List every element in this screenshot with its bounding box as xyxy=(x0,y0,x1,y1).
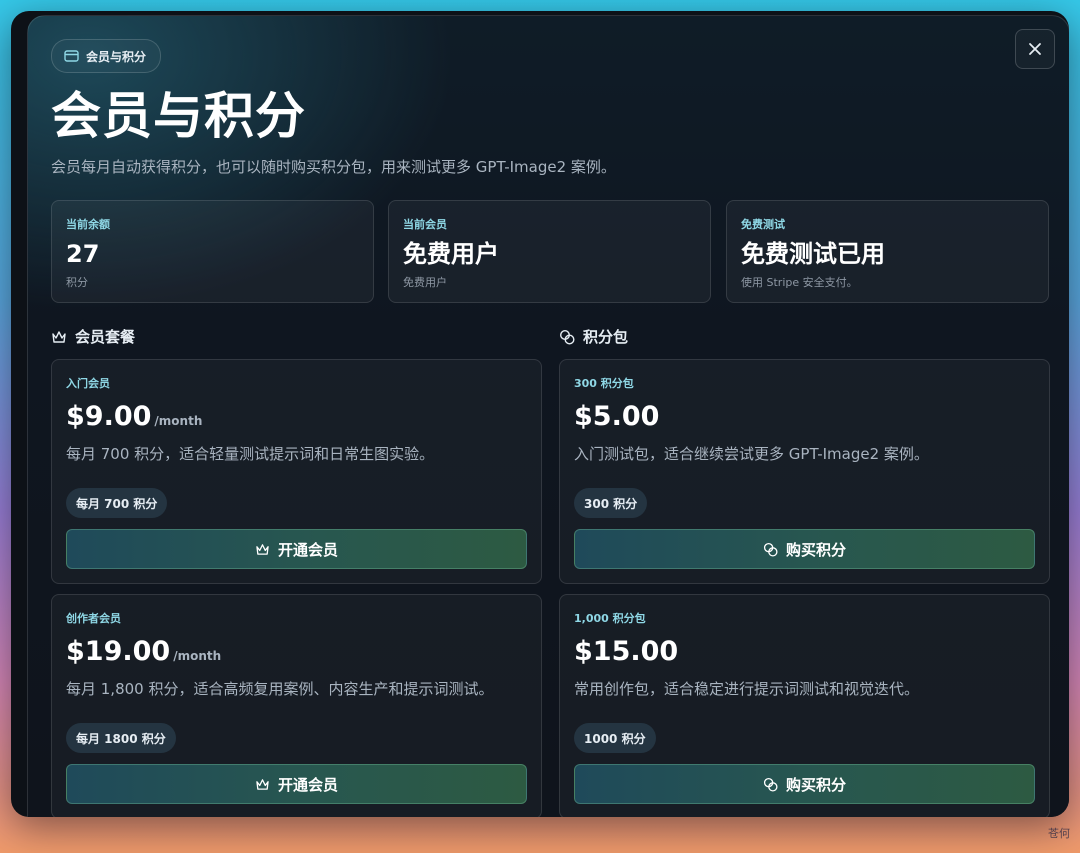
credit-card-icon xyxy=(64,50,79,62)
price-row: $15.00 xyxy=(574,636,1035,668)
button-label: 购买积分 xyxy=(785,540,846,559)
section-title: 积分包 xyxy=(583,328,629,346)
pack-description: 入门测试包，适合继续尝试更多 GPT-Image2 案例。 xyxy=(574,445,929,463)
pack-card-300: 300 积分包 $5.00 入门测试包，适合继续尝试更多 GPT-Image2 … xyxy=(559,359,1050,584)
buy-credits-button[interactable]: 购买积分 xyxy=(574,529,1035,569)
subscribe-button[interactable]: 开通会员 xyxy=(66,764,527,804)
pack-card-1000: 1,000 积分包 $15.00 常用创作包，适合稳定进行提示词测试和视觉迭代。… xyxy=(559,594,1050,817)
plan-card-creator: 创作者会员 $19.00 /month 每月 1,800 积分，适合高频复用案例… xyxy=(51,594,542,817)
page-title: 会员与积分 xyxy=(51,87,306,145)
close-button[interactable] xyxy=(1015,29,1055,69)
credits-chip: 每月 700 积分 xyxy=(66,488,168,518)
plan-price: $9.00 xyxy=(66,401,152,432)
stat-note: 免费用户 xyxy=(403,276,447,289)
section-packs-heading: 积分包 xyxy=(559,326,628,347)
stat-note: 积分 xyxy=(66,276,88,289)
badge-label: 会员与积分 xyxy=(86,49,147,64)
watermark: 苍何 xyxy=(1048,827,1070,840)
button-label: 开通会员 xyxy=(277,540,338,559)
section-title: 会员套餐 xyxy=(75,328,136,346)
plan-card-starter: 入门会员 $9.00 /month 每月 700 积分，适合轻量测试提示词和日常… xyxy=(51,359,542,584)
page-subtitle: 会员每月自动获得积分，也可以随时购买积分包，用来测试更多 GPT-Image2 … xyxy=(51,158,616,176)
stat-label: 当前余额 xyxy=(66,218,110,231)
plan-price: $19.00 xyxy=(66,636,171,667)
pack-name: 300 积分包 xyxy=(574,377,634,390)
crown-icon xyxy=(51,330,67,344)
stat-value: 免费测试已用 xyxy=(741,240,885,268)
plan-description: 每月 1,800 积分，适合高频复用案例、内容生产和提示词测试。 xyxy=(66,680,494,698)
button-label: 开通会员 xyxy=(277,775,338,794)
coins-icon xyxy=(763,777,778,792)
pack-price: $15.00 xyxy=(574,636,679,667)
credits-chip: 1000 积分 xyxy=(574,723,656,753)
stat-note: 使用 Stripe 安全支付。 xyxy=(741,276,858,289)
button-label: 购买积分 xyxy=(785,775,846,794)
crown-icon xyxy=(255,778,270,791)
header-badge: 会员与积分 xyxy=(51,39,162,73)
plan-description: 每月 700 积分，适合轻量测试提示词和日常生图实验。 xyxy=(66,445,435,463)
buy-credits-button[interactable]: 购买积分 xyxy=(574,764,1035,804)
price-row: $19.00 /month xyxy=(66,636,527,668)
stat-card-membership: 当前会员 免费用户 免费用户 xyxy=(388,200,711,303)
stat-value: 免费用户 xyxy=(403,240,499,268)
stat-card-balance: 当前余额 27 积分 xyxy=(51,200,374,303)
stat-label: 当前会员 xyxy=(403,218,447,231)
pack-description: 常用创作包，适合稳定进行提示词测试和视觉迭代。 xyxy=(574,680,920,698)
plan-period: /month xyxy=(154,414,203,428)
subscribe-button[interactable]: 开通会员 xyxy=(66,529,527,569)
coins-icon xyxy=(559,329,575,345)
pack-name: 1,000 积分包 xyxy=(574,612,646,625)
stat-label: 免费测试 xyxy=(741,218,785,231)
stat-card-free-trial: 免费测试 免费测试已用 使用 Stripe 安全支付。 xyxy=(726,200,1049,303)
membership-modal: 会员与积分 会员与积分 会员每月自动获得积分，也可以随时购买积分包，用来测试更多… xyxy=(27,15,1069,817)
pack-price: $5.00 xyxy=(574,401,660,432)
close-icon xyxy=(1028,42,1042,56)
section-membership-heading: 会员套餐 xyxy=(51,326,135,347)
price-row: $9.00 /month xyxy=(66,401,527,433)
price-row: $5.00 xyxy=(574,401,1035,433)
credits-chip: 300 积分 xyxy=(574,488,648,518)
plan-name: 入门会员 xyxy=(66,377,110,390)
stat-value: 27 xyxy=(66,240,100,268)
plan-name: 创作者会员 xyxy=(66,612,121,625)
app-window: 会员与积分 会员与积分 会员每月自动获得积分，也可以随时购买积分包，用来测试更多… xyxy=(11,11,1069,817)
plan-period: /month xyxy=(173,649,222,663)
credits-chip: 每月 1800 积分 xyxy=(66,723,176,753)
crown-icon xyxy=(255,543,270,556)
coins-icon xyxy=(763,542,778,557)
